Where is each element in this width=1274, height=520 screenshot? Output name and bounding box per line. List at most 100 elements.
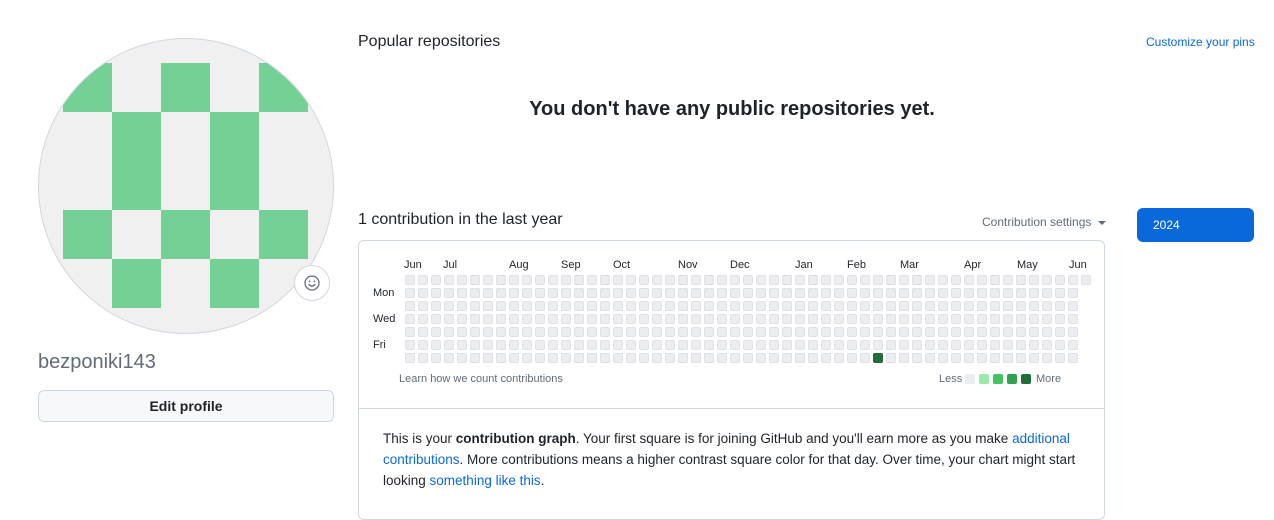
contribution-day-cell[interactable] [730,288,740,298]
contribution-day-cell[interactable] [925,327,935,337]
contribution-day-cell[interactable] [561,314,571,324]
contribution-day-cell[interactable] [899,327,909,337]
contribution-day-cell[interactable] [418,301,428,311]
contribution-day-cell[interactable] [938,288,948,298]
contribution-day-cell[interactable] [899,353,909,363]
contribution-day-cell[interactable] [821,314,831,324]
contribution-day-cell[interactable] [626,353,636,363]
contribution-day-cell[interactable] [1068,327,1078,337]
contribution-day-cell[interactable] [444,288,454,298]
set-status-button[interactable] [294,265,330,301]
contribution-day-cell[interactable] [717,327,727,337]
contribution-day-cell[interactable] [574,327,584,337]
contribution-day-cell[interactable] [483,327,493,337]
contribution-day-cell[interactable] [977,340,987,350]
contribution-day-cell[interactable] [951,340,961,350]
contribution-day-cell[interactable] [769,353,779,363]
contribution-day-cell[interactable] [873,327,883,337]
contribution-day-cell[interactable] [444,353,454,363]
edit-profile-button[interactable]: Edit profile [38,390,334,422]
contribution-day-cell[interactable] [912,301,922,311]
contribution-day-cell[interactable] [1042,288,1052,298]
contribution-day-cell[interactable] [548,275,558,285]
contribution-day-cell[interactable] [743,275,753,285]
contribution-day-cell[interactable] [717,314,727,324]
contribution-day-cell[interactable] [626,275,636,285]
contribution-day-cell[interactable] [470,288,480,298]
contribution-day-cell[interactable] [509,288,519,298]
contribution-day-cell[interactable] [860,314,870,324]
contribution-day-cell[interactable] [717,340,727,350]
contribution-day-cell[interactable] [1029,327,1039,337]
contribution-day-cell[interactable] [665,327,675,337]
contribution-day-cell[interactable] [795,314,805,324]
contribution-day-cell[interactable] [1003,275,1013,285]
contribution-day-cell[interactable] [1029,301,1039,311]
contribution-day-cell[interactable] [756,327,766,337]
contribution-day-cell[interactable] [886,353,896,363]
contribution-day-cell[interactable] [587,327,597,337]
contribution-day-cell[interactable] [808,288,818,298]
contribution-day-cell[interactable] [431,301,441,311]
contribution-day-cell[interactable] [886,327,896,337]
contribution-day-cell[interactable] [782,314,792,324]
contribution-day-cell[interactable] [1029,275,1039,285]
contribution-day-cell[interactable] [405,340,415,350]
contribution-day-cell[interactable] [548,314,558,324]
contribution-day-cell[interactable] [509,327,519,337]
contribution-day-cell[interactable] [977,301,987,311]
contribution-day-cell[interactable] [1029,314,1039,324]
contribution-day-cell[interactable] [756,353,766,363]
contribution-day-cell[interactable] [990,327,1000,337]
contribution-day-cell[interactable] [431,353,441,363]
contribution-day-cell[interactable] [457,314,467,324]
contribution-day-cell[interactable] [873,301,883,311]
contribution-day-cell[interactable] [600,327,610,337]
contribution-day-cell[interactable] [730,353,740,363]
contribution-day-cell[interactable] [587,301,597,311]
contribution-day-cell[interactable] [821,275,831,285]
contribution-day-cell[interactable] [821,288,831,298]
contribution-day-cell[interactable] [847,353,857,363]
contribution-day-cell[interactable] [561,288,571,298]
contribution-day-cell[interactable] [496,275,506,285]
contribution-day-cell[interactable] [509,314,519,324]
contribution-day-cell[interactable] [665,340,675,350]
contribution-day-cell[interactable] [860,327,870,337]
contribution-day-cell[interactable] [925,288,935,298]
learn-contributions-link[interactable]: Learn how we count contributions [399,373,563,385]
contribution-day-cell[interactable] [691,340,701,350]
contribution-day-cell[interactable] [847,275,857,285]
contribution-day-cell[interactable] [444,301,454,311]
contribution-day-cell[interactable] [535,327,545,337]
contribution-day-cell[interactable] [561,301,571,311]
contribution-day-cell[interactable] [782,301,792,311]
contribution-day-cell[interactable] [925,314,935,324]
contribution-day-cell[interactable] [613,340,623,350]
contribution-day-cell[interactable] [626,301,636,311]
contribution-day-cell[interactable] [431,314,441,324]
contribution-day-cell[interactable] [665,353,675,363]
contribution-day-cell[interactable] [834,275,844,285]
contribution-day-cell[interactable] [964,314,974,324]
contribution-day-cell[interactable] [756,288,766,298]
contribution-day-cell[interactable] [613,275,623,285]
contribution-day-cell[interactable] [886,275,896,285]
contribution-day-cell[interactable] [1029,353,1039,363]
contribution-day-cell[interactable] [522,288,532,298]
contribution-day-cell[interactable] [938,327,948,337]
contribution-day-cell[interactable] [899,301,909,311]
contribution-day-cell[interactable] [470,353,480,363]
contribution-day-cell[interactable] [600,340,610,350]
contribution-day-cell[interactable] [938,314,948,324]
contribution-day-cell[interactable] [847,301,857,311]
contribution-day-cell[interactable] [691,353,701,363]
contribution-day-cell[interactable] [457,327,467,337]
contribution-day-cell[interactable] [587,314,597,324]
contribution-day-cell[interactable] [743,301,753,311]
contribution-day-cell[interactable] [561,327,571,337]
contribution-day-cell[interactable] [470,275,480,285]
contribution-day-cell[interactable] [743,353,753,363]
contribution-day-cell[interactable] [912,275,922,285]
contribution-day-cell[interactable] [1042,301,1052,311]
